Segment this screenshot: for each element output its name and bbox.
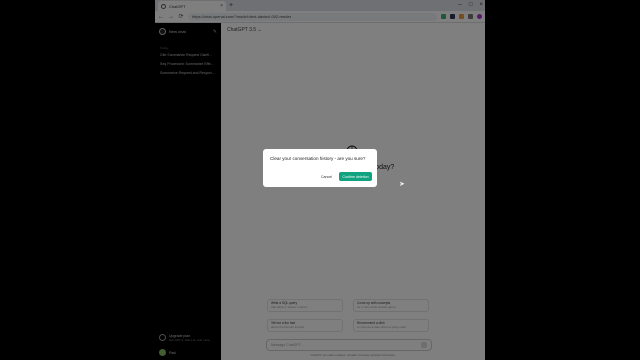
- dialog-message: Clear your conversation history - are yo…: [270, 156, 366, 161]
- modal-backdrop[interactable]: Clear your conversation history - are yo…: [155, 0, 485, 360]
- confirm-deletion-button[interactable]: Confirm deletion: [339, 172, 372, 181]
- video-letterbox: ChatGPT × + – □ × ← → ⟳ https://chat.ope…: [0, 0, 640, 360]
- cursor-icon: ➤: [399, 181, 405, 188]
- cancel-button[interactable]: Cancel: [313, 172, 340, 181]
- confirm-dialog: Clear your conversation history - are yo…: [263, 149, 377, 187]
- browser-window: ChatGPT × + – □ × ← → ⟳ https://chat.ope…: [155, 0, 485, 360]
